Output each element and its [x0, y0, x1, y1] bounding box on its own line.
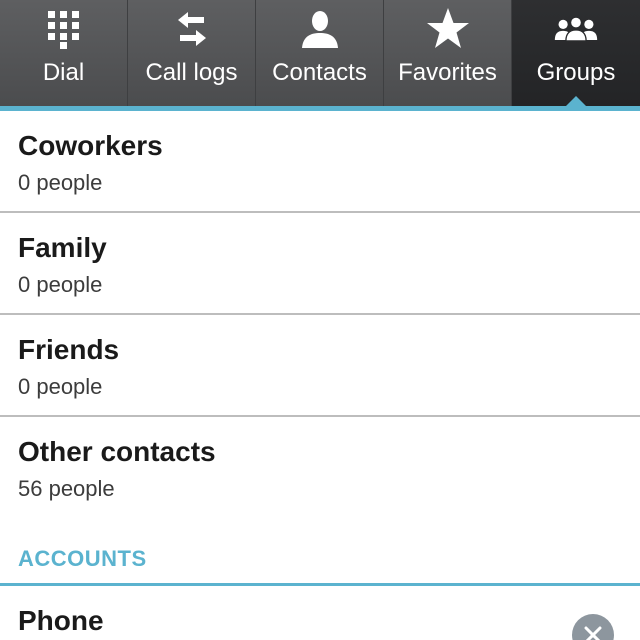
list-item-other-contacts[interactable]: Other contacts 56 people: [0, 417, 640, 519]
tab-dial[interactable]: Dial: [0, 0, 128, 106]
account-name: Phone: [18, 605, 104, 636]
group-name: Coworkers: [18, 130, 163, 161]
tab-groups-label: Groups: [536, 59, 616, 86]
group-name: Family: [18, 232, 107, 263]
group-count: 0 people: [18, 170, 103, 195]
group-count: 0 people: [18, 272, 103, 297]
list-item-friends[interactable]: Friends 0 people: [0, 315, 640, 417]
group-count: 56 people: [18, 476, 115, 501]
tab-favorites[interactable]: Favorites: [384, 0, 512, 106]
accounts-section-header: ACCOUNTS: [0, 530, 640, 586]
active-tab-indicator: [565, 96, 587, 107]
collapse-icon: [582, 624, 604, 640]
list-item-family[interactable]: Family 0 people: [0, 213, 640, 315]
collapse-button[interactable]: [572, 614, 614, 640]
tab-bar: Dial Call logs Contacts Favorites Groups: [0, 0, 640, 106]
dialpad-icon: [41, 6, 87, 52]
tab-contacts-label: Contacts: [272, 59, 367, 86]
group-name: Friends: [18, 334, 120, 365]
list-item-coworkers[interactable]: Coworkers 0 people: [0, 111, 640, 213]
contact-person-icon: [297, 6, 343, 52]
section-title: ACCOUNTS: [18, 546, 147, 571]
tab-dial-label: Dial: [42, 59, 85, 86]
call-logs-icon: [169, 6, 215, 52]
group-name: Other contacts: [18, 436, 216, 467]
groups-list: Coworkers 0 people Family 0 people Frien…: [0, 111, 640, 519]
star-icon: [425, 6, 471, 52]
tab-call-logs-label: Call logs: [145, 59, 238, 86]
tab-groups[interactable]: Groups: [512, 0, 640, 106]
groups-screen: Dial Call logs Contacts Favorites Groups…: [0, 0, 640, 640]
tab-contacts[interactable]: Contacts: [256, 0, 384, 106]
tab-favorites-label: Favorites: [398, 59, 497, 86]
group-count: 0 people: [18, 374, 103, 399]
account-item-phone[interactable]: Phone: [0, 586, 640, 640]
tab-call-logs[interactable]: Call logs: [128, 0, 256, 106]
groups-icon: [553, 6, 599, 52]
